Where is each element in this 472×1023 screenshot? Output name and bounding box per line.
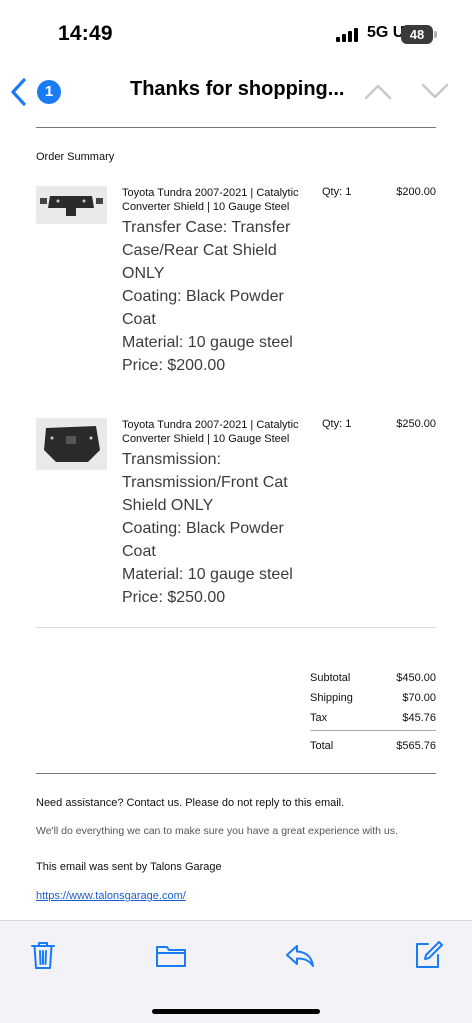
back-chevron-icon[interactable] — [8, 76, 30, 108]
total-label: Total — [310, 740, 334, 752]
item-name: Toyota Tundra 2007-2021 | Catalytic Conv… — [122, 187, 299, 213]
subtotal-value: $450.00 — [396, 672, 436, 684]
status-time: 14:49 — [58, 22, 113, 45]
experience-text: We'll do everything we can to make sure … — [36, 825, 398, 837]
footer-divider — [36, 773, 436, 774]
mail-nav-bar: 1 Thanks for shopping... — [0, 64, 472, 120]
item-option: Transmission: Transmission/Front Cat Shi… — [122, 451, 288, 514]
status-bar: 14:49 5G UC 48 — [0, 0, 472, 64]
sent-by-text: This email was sent by Talons Garage — [36, 861, 222, 873]
item-option: Material: 10 gauge steel — [122, 334, 293, 351]
mail-toolbar — [0, 920, 472, 1023]
item-option: Material: 10 gauge steel — [122, 566, 293, 583]
unread-count-badge[interactable]: 1 — [37, 80, 61, 104]
order-summary-heading: Order Summary — [36, 151, 115, 163]
item-qty: Qty: 1 — [322, 186, 352, 198]
compose-icon[interactable] — [412, 939, 444, 971]
tax-label: Tax — [310, 712, 328, 724]
subtotal-label: Subtotal — [310, 672, 351, 684]
cellular-signal-icon — [336, 28, 358, 42]
product-thumbnail — [36, 418, 107, 470]
reply-icon[interactable] — [284, 939, 316, 971]
product-thumbnail — [36, 186, 107, 224]
item-name: Toyota Tundra 2007-2021 | Catalytic Conv… — [122, 419, 299, 445]
item-price: $250.00 — [396, 418, 436, 430]
item-option: Coating: Black Powder Coat — [122, 520, 284, 560]
total-value: $565.76 — [396, 740, 436, 752]
assistance-text: Need assistance? Contact us. Please do n… — [36, 797, 345, 809]
shipping-label: Shipping — [310, 692, 353, 704]
item-options: Transfer Case: Transfer Case/Rear Cat Sh… — [122, 216, 302, 377]
email-body[interactable]: Order Summary Toyota Tundra 2007-2021 | … — [0, 120, 472, 920]
tax-value: $45.76 — [402, 712, 436, 724]
item-option: Price: $250.00 — [122, 589, 226, 606]
folder-icon[interactable] — [155, 939, 187, 971]
store-website-link[interactable]: https://www.talonsgarage.com/ — [36, 890, 186, 902]
battery-level: 48 — [409, 27, 425, 42]
totals-divider — [310, 730, 436, 731]
shipping-value: $70.00 — [402, 692, 436, 704]
battery-icon: 48 — [401, 25, 437, 44]
previous-message-chevron-icon[interactable] — [363, 80, 393, 102]
item-qty: Qty: 1 — [322, 418, 352, 430]
item-option: Transfer Case: Transfer Case/Rear Cat Sh… — [122, 219, 291, 282]
item-option: Coating: Black Powder Coat — [122, 288, 284, 328]
top-divider — [36, 127, 436, 128]
home-indicator[interactable] — [152, 1009, 320, 1014]
item-options: Transmission: Transmission/Front Cat Shi… — [122, 448, 302, 609]
item-option: Price: $200.00 — [122, 357, 226, 374]
items-divider — [36, 627, 436, 628]
item-price: $200.00 — [396, 186, 436, 198]
email-subject-title: Thanks for shopping... — [130, 78, 345, 100]
next-message-chevron-icon[interactable] — [420, 80, 450, 102]
trash-icon[interactable] — [27, 939, 59, 971]
